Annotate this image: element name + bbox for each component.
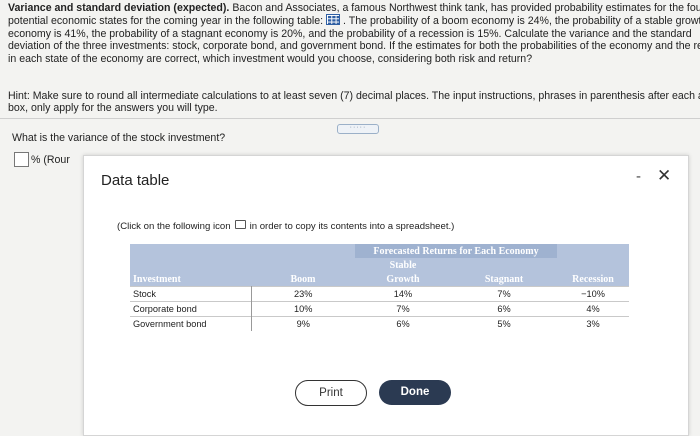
- header-stagnant: Stagnant: [451, 272, 557, 287]
- header-recession: Recession: [557, 272, 629, 287]
- table-row: Government bond 9% 6% 5% 3%: [130, 316, 629, 331]
- divider-handle-icon[interactable]: ·····: [337, 124, 379, 134]
- row-name: Stock: [130, 286, 252, 302]
- problem-title: Variance and standard deviation (expecte…: [8, 2, 230, 14]
- question-text: What is the variance of the stock invest…: [12, 132, 226, 144]
- header-blank4: [251, 258, 355, 272]
- header-blank5: [451, 258, 557, 272]
- hint-line2: box, only apply for the answers you will…: [8, 102, 218, 115]
- hint-text: Hint: Make sure to round all intermediat…: [8, 90, 700, 115]
- header-growth: Growth: [355, 272, 451, 287]
- problem-line4: deviation of the three investments: stoc…: [8, 40, 700, 53]
- dialog-title: Data table: [101, 172, 170, 189]
- close-icon[interactable]: ✕: [657, 166, 671, 186]
- cell-stagnant: 7%: [451, 286, 557, 302]
- header-boom: Boom: [251, 272, 355, 287]
- copy-instruction: (Click on the following icon in order to …: [117, 220, 454, 232]
- table-grid-icon[interactable]: [326, 14, 341, 26]
- data-table-dialog: Data table - ✕ (Click on the following i…: [83, 155, 689, 436]
- hint-line1: Hint: Make sure to round all intermediat…: [8, 90, 700, 102]
- section-divider: [0, 118, 700, 119]
- cell-stagnant: 6%: [451, 301, 557, 317]
- cell-boom: 10%: [251, 301, 355, 317]
- instruction-after: in order to copy its contents into a spr…: [249, 221, 455, 232]
- cell-recession: 3%: [557, 316, 629, 331]
- row-name: Corporate bond: [130, 301, 252, 317]
- header-blank: [130, 244, 355, 258]
- done-button[interactable]: Done: [379, 380, 451, 405]
- instruction-before: (Click on the following icon: [117, 221, 231, 232]
- print-button[interactable]: Print: [295, 380, 367, 406]
- problem-line3: economy is 41%, the probability of a sta…: [8, 27, 692, 40]
- header-blank6: [557, 258, 629, 272]
- minimize-icon[interactable]: -: [636, 168, 641, 185]
- table-row: Corporate bond 10% 7% 6% 4%: [130, 301, 629, 317]
- group-header: Forecasted Returns for Each Economy: [355, 244, 557, 258]
- problem-line2b: . The probability of a boom economy is 2…: [343, 15, 700, 28]
- answer-row: % (Rour: [14, 152, 70, 167]
- problem-statement: Variance and standard deviation (expecte…: [8, 2, 700, 65]
- copy-spreadsheet-icon[interactable]: [234, 220, 246, 229]
- problem-line1: Bacon and Associates, a famous Northwest…: [232, 2, 700, 14]
- cell-boom: 23%: [251, 286, 355, 302]
- problem-line5: in each state of the economy are correct…: [8, 52, 533, 65]
- cell-recession: −10%: [557, 286, 629, 302]
- answer-input[interactable]: [14, 152, 29, 167]
- cell-stable: 7%: [355, 301, 451, 317]
- cell-stagnant: 5%: [451, 316, 557, 331]
- returns-table: Forecasted Returns for Each Economy Stab…: [130, 244, 629, 331]
- cell-recession: 4%: [557, 301, 629, 317]
- answer-suffix: % (Rour: [31, 153, 70, 166]
- cell-boom: 9%: [251, 316, 355, 331]
- header-investment: Investment: [130, 272, 251, 287]
- cell-stable: 6%: [355, 316, 451, 331]
- header-blank2: [557, 244, 629, 258]
- header-stable: Stable: [355, 258, 451, 272]
- header-blank3: [130, 258, 251, 272]
- row-name: Government bond: [130, 316, 252, 331]
- cell-stable: 14%: [355, 286, 451, 302]
- problem-line2a: potential economic states for the coming…: [8, 15, 324, 28]
- table-row: Stock 23% 14% 7% −10%: [130, 286, 629, 302]
